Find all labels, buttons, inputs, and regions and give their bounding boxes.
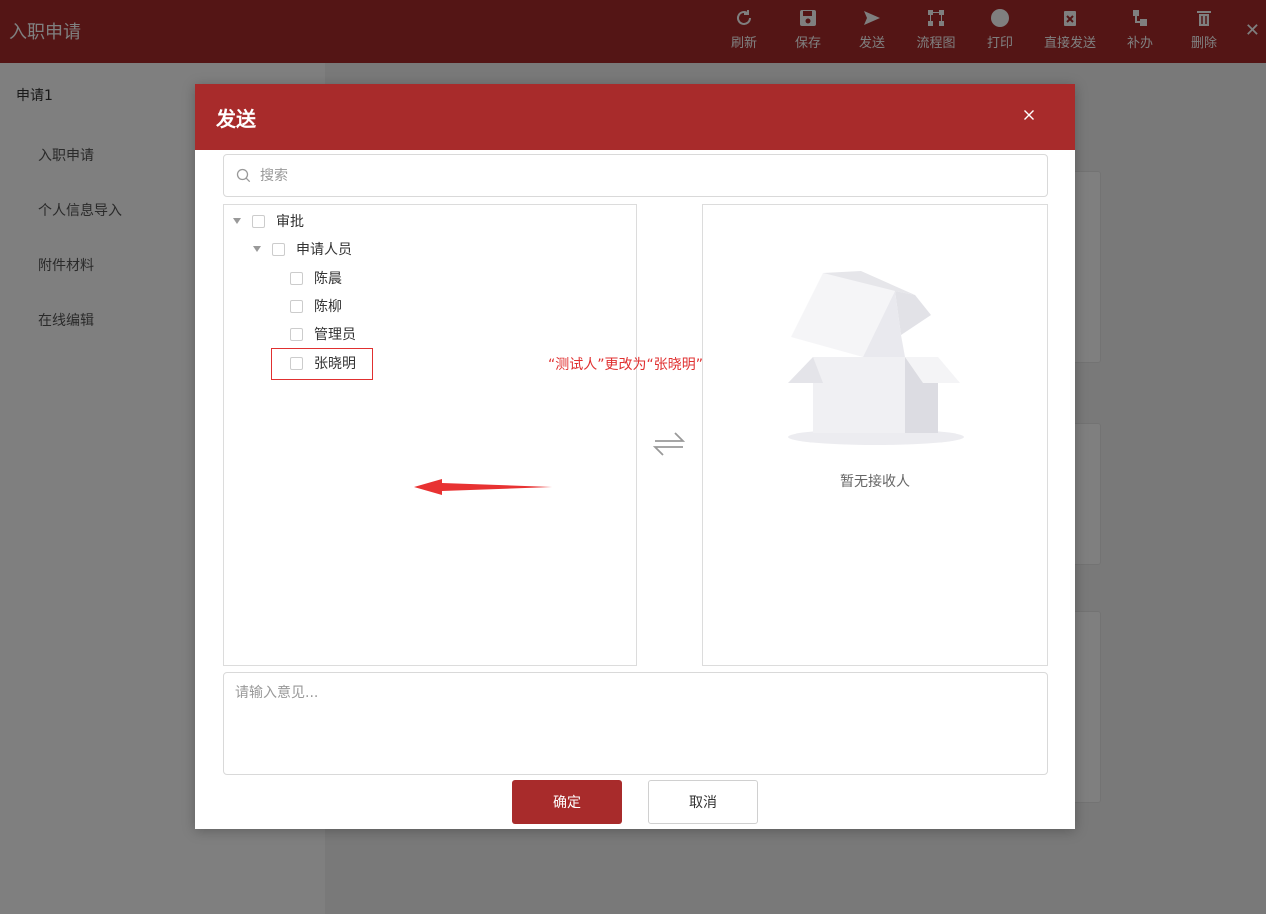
tree-checkbox[interactable] <box>290 271 303 285</box>
tree-checkbox[interactable] <box>290 299 303 313</box>
confirm-button[interactable]: 确定 <box>512 780 622 824</box>
tree-checkbox[interactable] <box>290 327 303 341</box>
recipient-tree: 审批 申请人员 陈晨 陈柳 管理员 张晓明 <box>223 204 637 666</box>
tree-node-applicants[interactable]: 申请人员 <box>253 238 352 260</box>
recipient-list: 暂无接收人 <box>702 204 1048 666</box>
dialog-title: 发送 <box>216 107 256 131</box>
tree-node-label: 管理员 <box>314 327 356 343</box>
cancel-button[interactable]: 取消 <box>648 780 758 824</box>
caret-down-icon[interactable] <box>253 246 261 252</box>
tree-checkbox[interactable] <box>252 214 265 228</box>
tree-node-label: 申请人员 <box>296 242 352 258</box>
tree-node-member[interactable]: 陈晨 <box>290 267 342 289</box>
tree-node-label: 审批 <box>276 214 304 230</box>
search-box <box>223 154 1048 197</box>
annotation-text: “测试人”更改为“张晓明” <box>548 357 704 373</box>
empty-box-icon <box>788 271 964 445</box>
empty-text: 暂无接收人 <box>840 474 910 490</box>
search-icon <box>236 168 251 183</box>
search-input[interactable] <box>258 155 1042 196</box>
tree-checkbox[interactable] <box>272 242 285 256</box>
tree-node-member[interactable]: 陈柳 <box>290 295 342 317</box>
tree-node-label: 陈晨 <box>314 271 342 287</box>
annotation-highlight-box <box>271 348 373 380</box>
close-icon[interactable] <box>1021 107 1037 123</box>
annotation-arrow-icon <box>414 479 552 495</box>
send-dialog: 发送 审批 申请人员 陈晨 陈柳 <box>195 84 1075 829</box>
transfer-icon[interactable] <box>653 430 685 458</box>
dialog-header: 发送 <box>195 84 1075 150</box>
caret-down-icon[interactable] <box>233 218 241 224</box>
tree-node-label: 陈柳 <box>314 299 342 315</box>
opinion-input[interactable] <box>223 672 1048 775</box>
tree-node-approval[interactable]: 审批 <box>233 210 304 232</box>
tree-node-member[interactable]: 管理员 <box>290 323 356 345</box>
